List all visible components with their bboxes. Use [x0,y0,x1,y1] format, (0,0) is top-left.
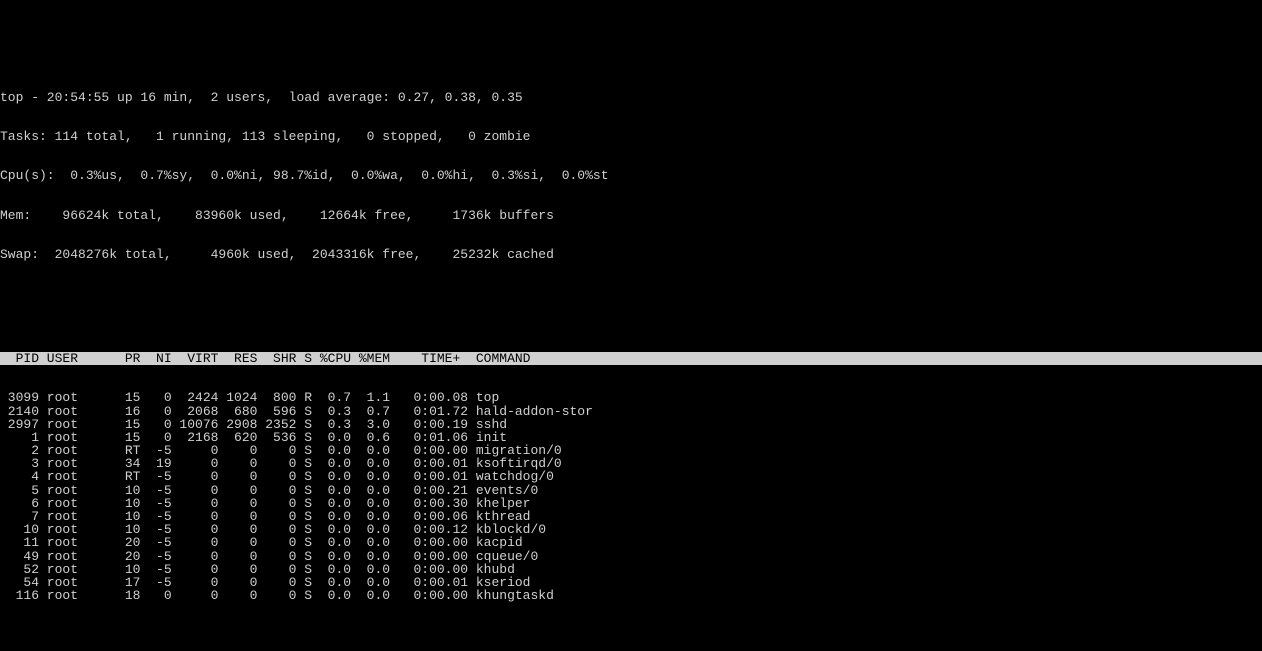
top-header-row: PID USER PR NI VIRT RES SHR S %CPU %MEM … [0,352,1262,365]
pane-top[interactable]: top - 20:54:55 up 16 min, 2 users, load … [0,39,1262,628]
top-line-cpu: Cpu(s): 0.3%us, 0.7%sy, 0.0%ni, 98.7%id,… [0,169,1262,182]
process-row: 2140 root 16 0 2068 680 596 S 0.3 0.7 0:… [0,405,1262,418]
top-line-swap: Swap: 2048276k total, 4960k used, 204331… [0,248,1262,261]
process-row: 116 root 18 0 0 0 0 S 0.0 0.0 0:00.00 kh… [0,589,1262,602]
process-row: 11 root 20 -5 0 0 0 S 0.0 0.0 0:00.00 ka… [0,536,1262,549]
top-line-tasks: Tasks: 114 total, 1 running, 113 sleepin… [0,130,1262,143]
process-row: 4 root RT -5 0 0 0 S 0.0 0.0 0:00.01 wat… [0,470,1262,483]
process-row: 2997 root 15 0 10076 2908 2352 S 0.3 3.0… [0,418,1262,431]
process-row: 52 root 10 -5 0 0 0 S 0.0 0.0 0:00.00 kh… [0,563,1262,576]
top-line-uptime: top - 20:54:55 up 16 min, 2 users, load … [0,91,1262,104]
process-row: 3099 root 15 0 2424 1024 800 R 0.7 1.1 0… [0,391,1262,404]
process-row: 49 root 20 -5 0 0 0 S 0.0 0.0 0:00.00 cq… [0,550,1262,563]
process-row: 5 root 10 -5 0 0 0 S 0.0 0.0 0:00.21 eve… [0,484,1262,497]
process-list: 3099 root 15 0 2424 1024 800 R 0.7 1.1 0… [0,391,1262,602]
top-line-mem: Mem: 96624k total, 83960k used, 12664k f… [0,209,1262,222]
top-summary: top - 20:54:55 up 16 min, 2 users, load … [0,65,1262,287]
